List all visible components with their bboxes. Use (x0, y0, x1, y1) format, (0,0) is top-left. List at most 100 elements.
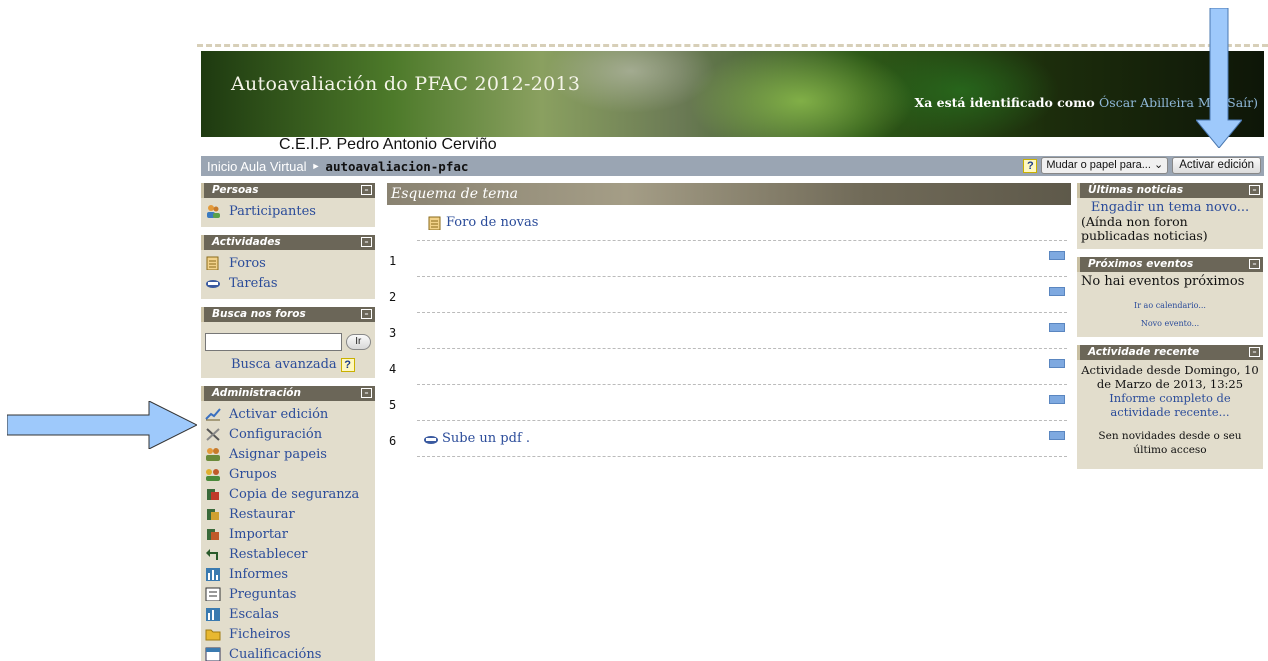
advanced-search: Busca avanzada ? (231, 357, 371, 372)
show-only-section-icon[interactable] (1049, 251, 1065, 260)
scales-icon (205, 607, 221, 621)
questions-icon (205, 587, 221, 602)
admin-item-label: Configuración (229, 426, 323, 442)
admin-item-groups[interactable]: Grupos (205, 464, 371, 484)
admin-item-reset[interactable]: Restablecer (205, 544, 371, 564)
chevron-down-icon: ⌄ (1153, 159, 1164, 171)
section-2: 2 (387, 277, 1071, 313)
admin-item-label: Importar (229, 526, 289, 542)
topic-outline-header: Esquema de tema (387, 183, 1071, 205)
forum-search-input[interactable] (205, 333, 342, 351)
block-header: Últimas noticias – (1077, 183, 1263, 198)
section-4: 4 (387, 349, 1071, 385)
school-name: C.E.I.P. Pedro Antonio Cerviño (279, 136, 497, 153)
minus-box-icon[interactable]: – (1249, 259, 1260, 269)
news-forum-link[interactable]: Foro de novas (427, 215, 538, 230)
admin-item-import[interactable]: Importar (205, 524, 371, 544)
block-title: Últimas noticias (1088, 184, 1184, 196)
role-select-value: Mudar o papel para... (1046, 159, 1151, 171)
block-busca: Busca nos foros – Ir Busca avanzada ? (201, 307, 375, 378)
block-persoas: Persoas – Participantes (201, 183, 375, 227)
people-icon (205, 204, 221, 218)
assignments-link[interactable]: Tarefas (205, 273, 371, 293)
admin-item-label: Grupos (229, 466, 277, 482)
arrow-icon (7, 401, 197, 449)
help-icon[interactable]: ? (1023, 158, 1038, 173)
calendar-link[interactable]: Ir ao calendario... (1081, 299, 1259, 313)
admin-item-label: Ficheiros (229, 626, 291, 642)
edit-chart-icon (205, 407, 221, 421)
admin-item-grades[interactable]: Cualificacións (205, 644, 371, 661)
no-news-text: (Aínda non foron publicadas noticias) (1081, 214, 1208, 243)
section-number: 4 (389, 362, 397, 376)
participants-label: Participantes (229, 203, 316, 219)
show-only-section-icon[interactable] (1049, 287, 1065, 296)
block-header: Busca nos foros – (201, 307, 375, 322)
minus-box-icon[interactable]: – (1249, 185, 1260, 195)
block-header: Actividades – (201, 235, 375, 250)
admin-item-label: Preguntas (229, 586, 297, 602)
search-go-button[interactable]: Ir (345, 334, 371, 350)
admin-item-reports[interactable]: Informes (205, 564, 371, 584)
block-title: Persoas (212, 184, 259, 196)
restore-icon (205, 507, 221, 521)
admin-item-files[interactable]: Ficheiros (205, 624, 371, 644)
activate-edit-button[interactable]: Activar edición (1172, 157, 1261, 174)
site-title[interactable]: Autoavaliación do PFAC 2012-2013 (231, 73, 580, 95)
block-header: Administración – (201, 386, 375, 401)
minus-box-icon[interactable]: – (361, 185, 372, 195)
block-header: Actividade recente – (1077, 345, 1263, 360)
tools-icon (205, 427, 221, 441)
admin-item-scales[interactable]: Escalas (205, 604, 371, 624)
admin-item-restore[interactable]: Restaurar (205, 504, 371, 524)
block-title: Actividades (212, 236, 281, 248)
reset-arrow-icon (205, 547, 221, 561)
block-title: Próximos eventos (1088, 258, 1194, 270)
add-topic-link[interactable]: Engadir un tema novo... (1081, 201, 1259, 215)
no-events-text: No hai eventos próximos (1081, 274, 1245, 289)
breadcrumb: Inicio Aula Virtual ► autoavaliacion-pfa… (201, 156, 1264, 176)
right-column: Últimas noticias – Engadir un tema novo..… (1077, 183, 1263, 477)
section-number: 6 (389, 434, 397, 448)
forum-icon (205, 256, 221, 271)
forums-link[interactable]: Foros (205, 253, 371, 273)
admin-item-backup[interactable]: Copia de seguranza (205, 484, 371, 504)
participants-link[interactable]: Participantes (205, 201, 371, 221)
section-5: 5 (387, 385, 1071, 421)
arrow-icon (1196, 8, 1242, 148)
header-banner: Autoavaliación do PFAC 2012-2013 Xa está… (201, 51, 1264, 137)
block-recent: Actividade recente – Actividade desde Dom… (1077, 345, 1263, 469)
recent-since-text: Actividade desde Domingo, 10 de Marzo de… (1081, 363, 1259, 391)
search-row: Ir (205, 333, 371, 351)
section-number: 3 (389, 326, 397, 340)
admin-item-label: Cualificacións (229, 646, 322, 661)
role-select[interactable]: Mudar o papel para... ⌄ (1041, 157, 1169, 174)
breadcrumb-home[interactable]: Inicio Aula Virtual (207, 159, 307, 174)
admin-item-assign-roles[interactable]: Asignar papeis (205, 444, 371, 464)
admin-item-label: Copia de seguranza (229, 486, 360, 502)
admin-item-settings[interactable]: Configuración (205, 424, 371, 444)
assignment-link[interactable]: Sube un pdf . (423, 431, 530, 446)
admin-item-label: Asignar papeis (229, 446, 327, 462)
show-only-section-icon[interactable] (1049, 431, 1065, 440)
import-icon (205, 527, 221, 541)
help-icon[interactable]: ? (340, 357, 355, 372)
minus-box-icon[interactable]: – (361, 388, 372, 398)
admin-item-label: Restaurar (229, 506, 295, 522)
show-only-section-icon[interactable] (1049, 359, 1065, 368)
section-number: 2 (389, 290, 397, 304)
full-report-link[interactable]: Informe completo de actividade recente..… (1081, 391, 1259, 419)
show-only-section-icon[interactable] (1049, 395, 1065, 404)
admin-item-questions[interactable]: Preguntas (205, 584, 371, 604)
admin-item-activate-edit[interactable]: Activar edición (205, 404, 371, 424)
new-event-link[interactable]: Novo evento... (1081, 317, 1259, 331)
show-only-section-icon[interactable] (1049, 323, 1065, 332)
section-0: Foro de novas (387, 205, 1071, 241)
advanced-search-link[interactable]: Busca avanzada (231, 357, 337, 372)
block-title: Actividade recente (1088, 346, 1200, 358)
assignments-label: Tarefas (229, 275, 278, 291)
page: Autoavaliación do PFAC 2012-2013 Xa está… (197, 44, 1268, 661)
minus-box-icon[interactable]: – (361, 237, 372, 247)
minus-box-icon[interactable]: – (361, 309, 372, 319)
minus-box-icon[interactable]: – (1249, 347, 1260, 357)
